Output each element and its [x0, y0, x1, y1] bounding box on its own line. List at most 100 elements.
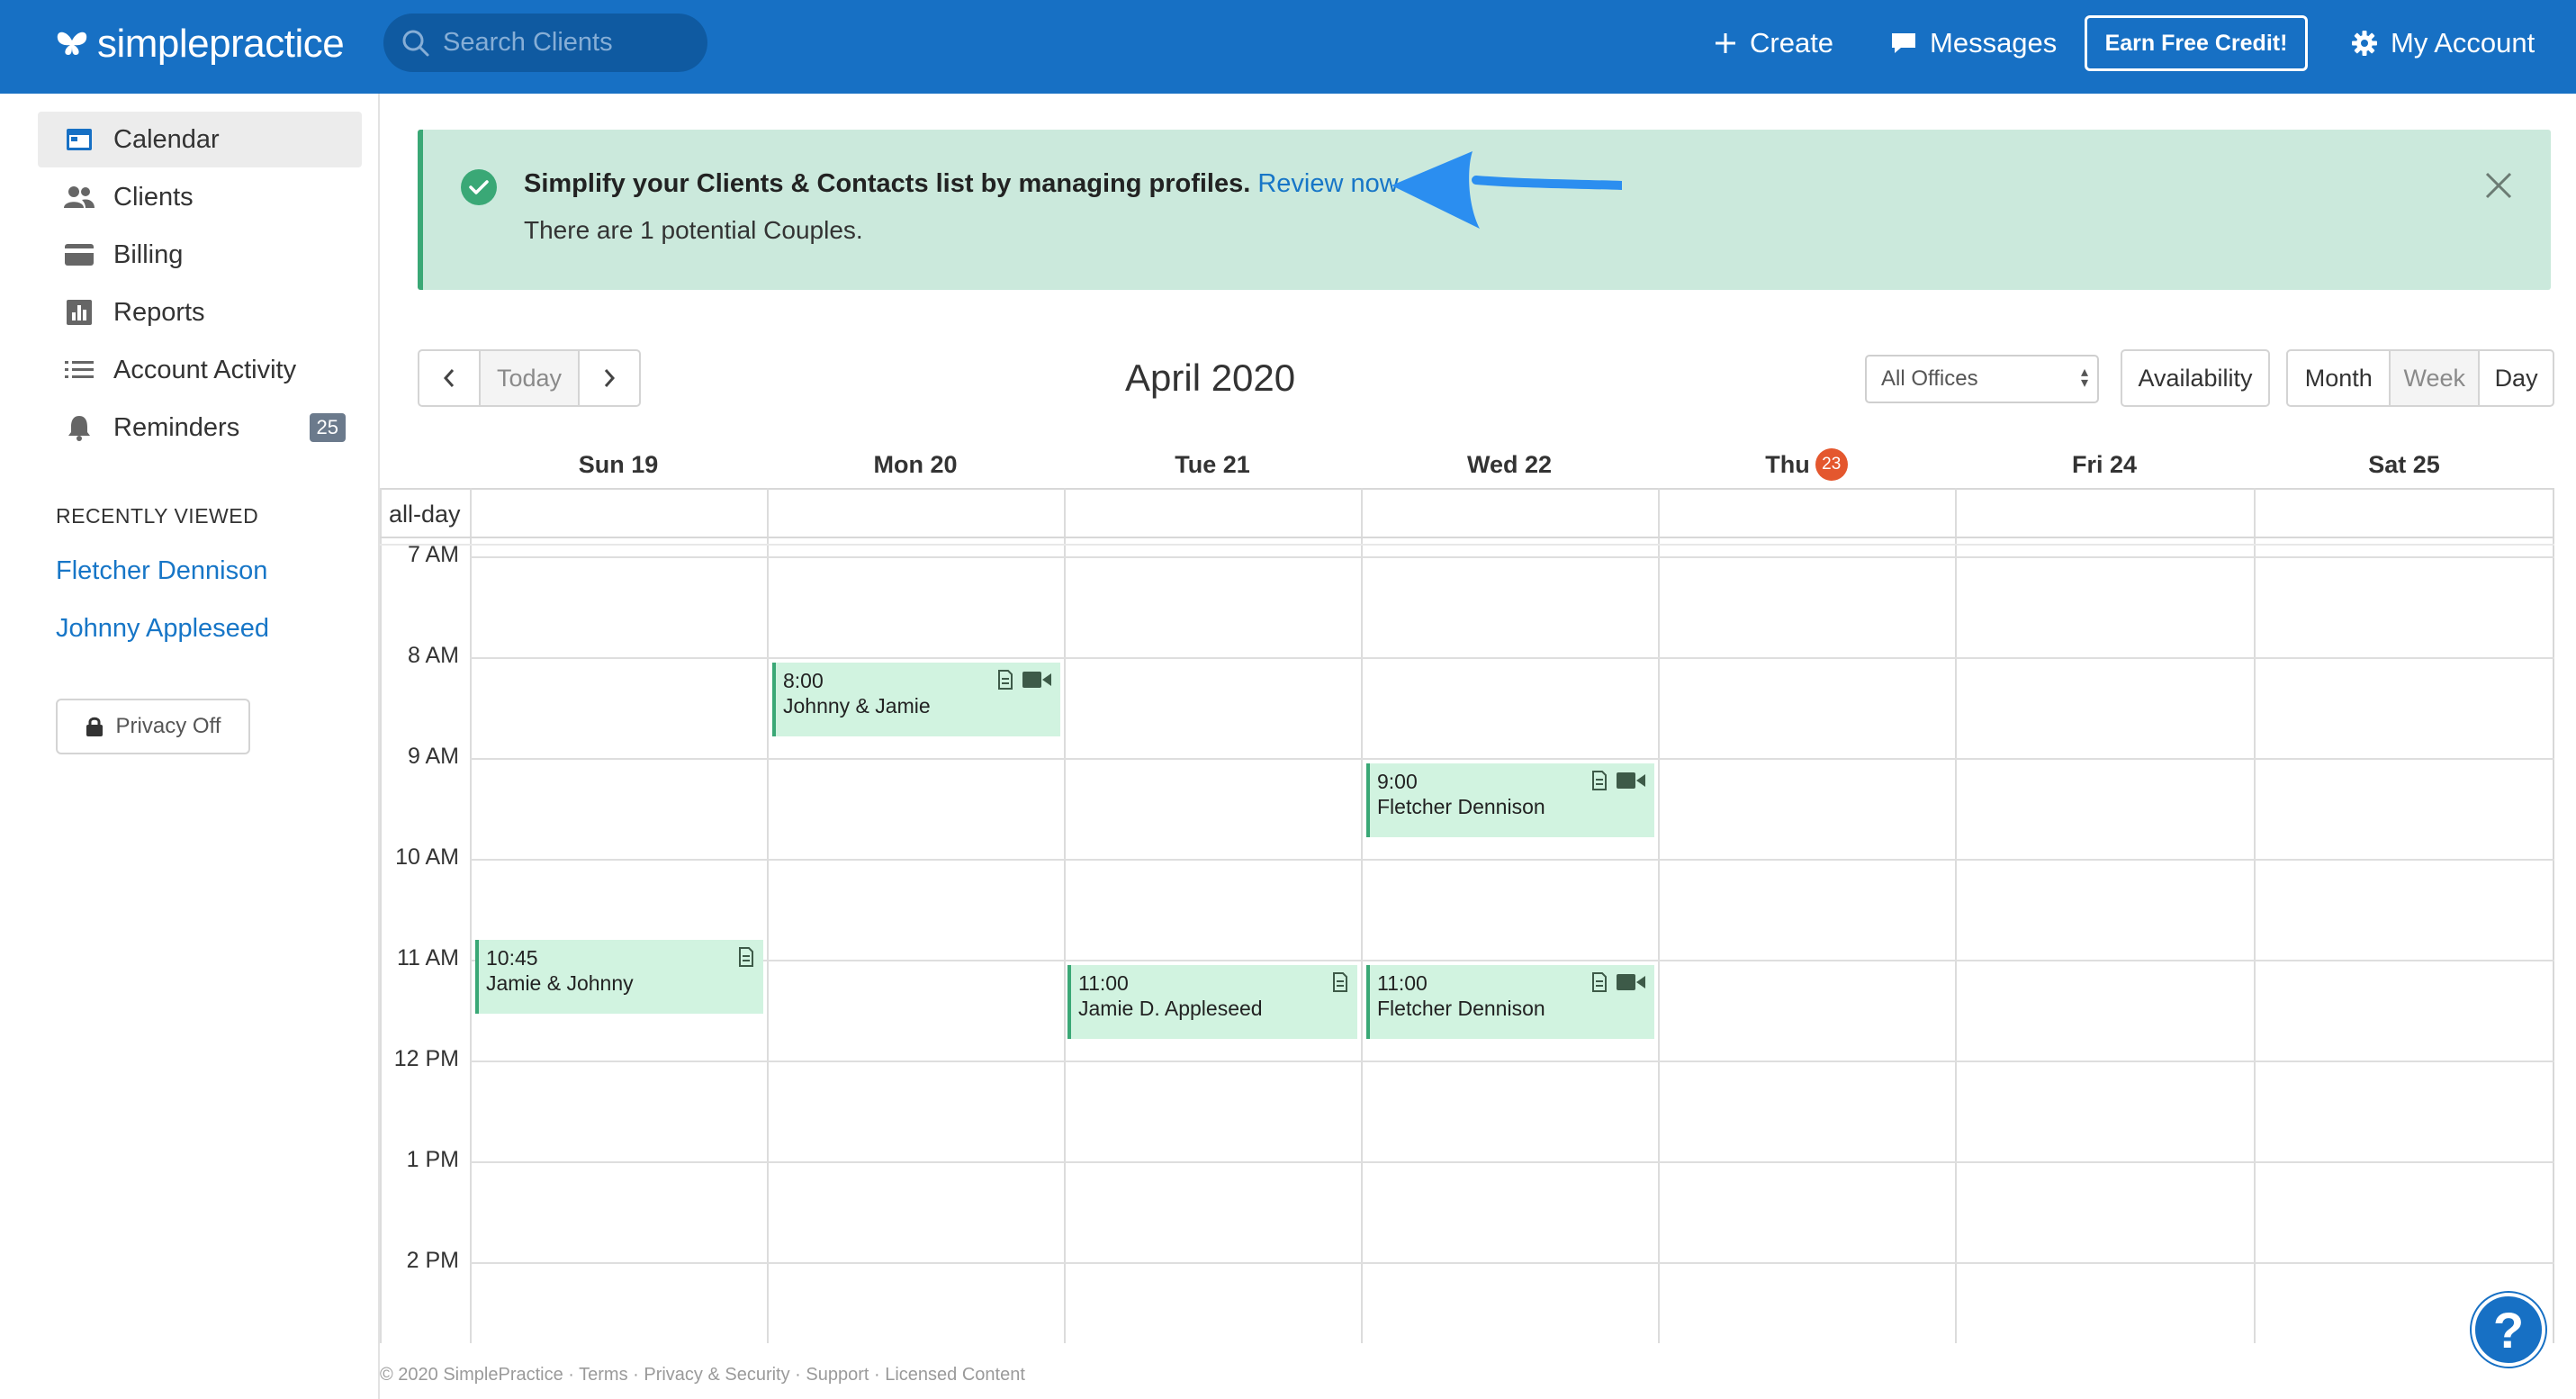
sidebar-item-label: Reports: [113, 297, 205, 327]
time-label: 1 PM: [406, 1147, 459, 1172]
help-button[interactable]: ?: [2472, 1293, 2545, 1367]
appointment-event[interactable]: 8:00 Johnny & Jamie: [772, 663, 1060, 736]
note-icon: [998, 670, 1013, 690]
grid-line: [470, 1061, 2554, 1062]
sidebar-item-reports[interactable]: Reports: [38, 284, 362, 340]
sidebar-item-clients[interactable]: Clients: [38, 169, 362, 225]
sidebar-item-label: Account Activity: [113, 355, 297, 384]
reminders-count-badge: 25: [309, 413, 346, 442]
event-time: 11:00: [1078, 971, 1129, 995]
view-switcher: Month Week Day: [2286, 349, 2554, 407]
video-camera-icon: [1617, 974, 1645, 990]
list-icon: [63, 359, 95, 381]
bell-icon: [63, 414, 95, 441]
sidebar-item-reminders[interactable]: Reminders 25: [38, 400, 362, 456]
sidebar-item-label: Calendar: [113, 124, 220, 154]
grid-line: [470, 488, 472, 1343]
week-grid[interactable]: [380, 488, 2554, 1343]
event-icons: [988, 670, 1051, 690]
create-button[interactable]: Create: [1714, 22, 1833, 65]
today-button[interactable]: Today: [481, 351, 580, 405]
event-client-name: Fletcher Dennison: [1377, 795, 1545, 818]
review-now-link[interactable]: Review now: [1257, 169, 1398, 198]
butterfly-logo-icon: [57, 32, 87, 55]
search-clients[interactable]: [383, 14, 707, 72]
availability-button[interactable]: Availability: [2121, 349, 2270, 407]
office-select[interactable]: All Offices ▴ ▾: [1865, 355, 2099, 403]
recent-client-link[interactable]: Johnny Appleseed: [56, 614, 269, 644]
all-day-label: all-day: [389, 501, 461, 528]
credit-card-icon: [63, 244, 95, 266]
plus-icon: [1716, 33, 1735, 53]
annotation-arrow-icon: [1392, 151, 1622, 229]
grid-line: [380, 488, 382, 1343]
grid-line: [470, 960, 2554, 961]
appointment-event[interactable]: 10:45 Jamie & Johnny: [475, 940, 763, 1014]
sidebar-item-calendar[interactable]: Calendar: [38, 112, 362, 167]
sidebar-item-label: Reminders: [113, 412, 240, 442]
day-header: Tue 21: [1175, 450, 1250, 478]
month-view-button[interactable]: Month: [2288, 351, 2391, 405]
grid-line: [380, 544, 2554, 546]
sidebar-item-label: Clients: [113, 182, 194, 212]
footer-links[interactable]: © 2020 SimplePractice · Terms · Privacy …: [380, 1365, 1025, 1385]
date-navigation: Today: [418, 349, 641, 407]
banner-subtext: There are 1 potential Couples.: [524, 216, 863, 244]
event-icons: [729, 947, 754, 967]
appointment-event[interactable]: 11:00 Jamie D. Appleseed: [1067, 965, 1357, 1039]
grid-line: [1955, 488, 1957, 1343]
appointment-event[interactable]: 11:00 Fletcher Dennison: [1366, 965, 1654, 1039]
week-view-button[interactable]: Week: [2391, 351, 2481, 405]
grid-line: [1361, 488, 1363, 1343]
office-select-value: All Offices: [1881, 366, 1978, 391]
grid-line: [2254, 488, 2256, 1343]
previous-button[interactable]: [419, 351, 481, 405]
event-icons: [1582, 972, 1645, 992]
next-button[interactable]: [580, 351, 639, 405]
grid-line: [470, 758, 2554, 760]
search-input[interactable]: [443, 28, 695, 58]
messages-button[interactable]: Messages: [1890, 22, 2057, 65]
time-label: 11 AM: [396, 945, 459, 970]
grid-line: [470, 556, 2554, 558]
video-camera-icon: [1022, 672, 1051, 688]
messages-label: Messages: [1930, 27, 2058, 59]
time-label: 8 AM: [408, 643, 459, 668]
note-icon: [1592, 972, 1607, 992]
grid-line: [1064, 488, 1066, 1343]
day-view-button[interactable]: Day: [2480, 351, 2553, 405]
note-icon: [1592, 771, 1607, 790]
grid-line: [470, 1262, 2554, 1264]
day-header-today: Thu 23: [1658, 447, 1955, 483]
privacy-toggle-button[interactable]: Privacy Off: [56, 699, 250, 754]
sidebar-item-billing[interactable]: Billing: [38, 227, 362, 283]
grid-line: [470, 657, 2554, 659]
select-caret-icon: ▴ ▾: [2080, 365, 2088, 391]
calendar-title: April 2020: [1125, 357, 1296, 399]
appointment-event[interactable]: 9:00 Fletcher Dennison: [1366, 763, 1654, 837]
my-account-button[interactable]: My Account: [2351, 22, 2535, 65]
time-label: 10 AM: [395, 844, 459, 870]
earn-free-credit-button[interactable]: Earn Free Credit!: [2085, 15, 2308, 71]
day-header: Wed 22: [1466, 450, 1553, 478]
note-icon: [1333, 972, 1347, 992]
day-header: Sat 25: [2368, 450, 2440, 478]
bar-chart-icon: [63, 300, 95, 325]
video-camera-icon: [1617, 772, 1645, 789]
day-header-label: Thu: [1765, 450, 1810, 478]
event-client-name: Johnny & Jamie: [783, 694, 931, 718]
privacy-label: Privacy Off: [115, 714, 221, 738]
banner-message-line: Simplify your Clients & Contacts list by…: [524, 169, 1399, 199]
create-label: Create: [1750, 27, 1834, 59]
chevron-left-icon: [443, 369, 455, 387]
recent-client-link[interactable]: Fletcher Dennison: [56, 556, 267, 586]
recently-viewed-heading: RECENTLY VIEWED: [56, 504, 259, 528]
close-icon[interactable]: [2484, 171, 2513, 204]
event-icons: [1323, 972, 1348, 992]
grid-line: [380, 537, 2554, 538]
sidebar-item-account-activity[interactable]: Account Activity: [38, 342, 362, 398]
app-logo[interactable]: simplepractice: [54, 16, 345, 72]
note-icon: [739, 947, 753, 967]
event-client-name: Fletcher Dennison: [1377, 997, 1545, 1020]
search-icon: [402, 30, 429, 56]
